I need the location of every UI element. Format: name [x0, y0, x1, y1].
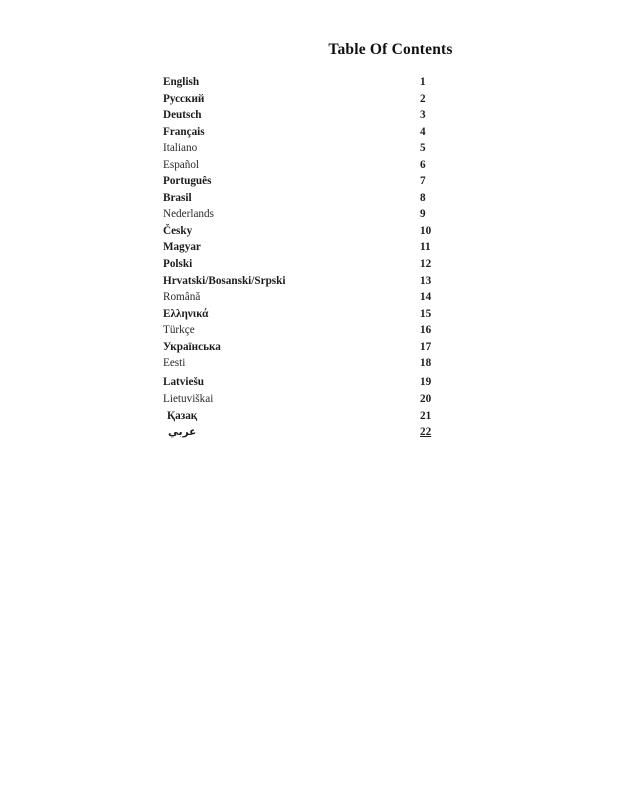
toc-entry[interactable]: Русский 2: [163, 91, 463, 108]
toc-entry[interactable]: عربي 22: [163, 424, 463, 441]
toc-entry[interactable]: Українська 17: [163, 339, 463, 356]
toc-entry[interactable]: Deutsch 3: [163, 107, 463, 124]
toc-entry[interactable]: Ελληνικά 15: [163, 306, 463, 323]
toc-entry[interactable]: Français 4: [163, 124, 463, 141]
toc-entry-page-number: 4: [420, 125, 426, 138]
toc-entry-page-number: 16: [420, 324, 432, 337]
toc-entry[interactable]: Latviešu 19: [163, 374, 463, 391]
toc-entry-label: Қазақ: [167, 409, 198, 422]
toc-entry[interactable]: Türkçe 16: [163, 322, 463, 339]
toc-entry-label: Česky: [163, 224, 193, 237]
toc-entry-label: Español: [163, 158, 200, 171]
toc-entry-label: Eesti: [163, 357, 186, 370]
toc-entry-page-number: 19: [420, 376, 432, 389]
toc-entry[interactable]: Italiano 5: [163, 140, 463, 157]
toc-entry-label: Brasil: [163, 191, 192, 204]
toc-entry-page-number: 1: [420, 76, 426, 88]
toc-entry-label: Italiano: [163, 142, 198, 155]
toc-entry-label: Latviešu: [163, 376, 205, 389]
toc-entry-page-number: 22: [420, 426, 432, 439]
toc-entry-page-number: 14: [420, 291, 432, 304]
toc-entry-page-number: 18: [420, 357, 432, 370]
toc-entry-label: Magyar: [163, 241, 201, 254]
toc-entry[interactable]: Hrvatski/Bosanski/Srpski 13: [163, 273, 463, 290]
toc-entry[interactable]: Eesti 18: [163, 355, 463, 372]
toc-entry[interactable]: Português 7: [163, 173, 463, 190]
toc-entry-page-number: 5: [420, 142, 426, 155]
toc-entry[interactable]: English 1: [163, 74, 463, 91]
toc-entry-label: Lietuviškai: [163, 392, 214, 405]
toc-entry-page-number: 7: [420, 175, 426, 188]
toc-entry-page-number: 10: [420, 224, 432, 237]
toc-entry-label: Ελληνικά: [163, 307, 209, 320]
toc-entry-label: Português: [163, 175, 212, 188]
toc-entry[interactable]: Lietuviškai 20: [163, 391, 463, 408]
toc-entry-page-number: 17: [420, 340, 432, 353]
toc-entry-label: Français: [163, 125, 205, 138]
toc-entry-page-number: 12: [420, 258, 432, 271]
toc-entry-page-number: 6: [420, 158, 426, 171]
toc-entry-label: عربي: [168, 426, 197, 439]
toc-entry-label: Русский: [163, 92, 205, 105]
document-page: Table Of Contents English 1 Русский 2 Deutsc…: [0, 0, 618, 800]
toc-entry-page-number: 2: [420, 92, 426, 105]
toc-entry-label: Nederlands: [163, 208, 214, 221]
toc-entry-page-number: 11: [420, 241, 431, 254]
toc-entry-page-number: 20: [420, 392, 432, 405]
toc-entry[interactable]: Română 14: [163, 289, 463, 306]
toc-entry-label: Türkçe: [163, 324, 195, 337]
toc-entry-page-number: 21: [420, 409, 432, 422]
toc-entry-page-number: 3: [420, 109, 426, 122]
toc-entry-label: Română: [163, 291, 201, 304]
toc-entry-label: Deutsch: [163, 109, 202, 122]
toc-entry-label: Polski: [163, 258, 193, 271]
page-title: Table Of Contents: [328, 41, 453, 58]
table-of-contents: English 1 Русский 2 Deutsch 3 Français 4 Italian…: [163, 74, 463, 441]
toc-entry-label: Hrvatski/Bosanski/Srpski: [163, 274, 286, 287]
toc-entry[interactable]: Magyar 11: [163, 239, 463, 256]
toc-entry-label: Українська: [163, 340, 221, 353]
toc-entry-page-number: 8: [420, 191, 426, 204]
toc-entry-page-number: 15: [420, 307, 432, 320]
toc-entry-page-number: 9: [420, 208, 426, 221]
toc-entry[interactable]: Nederlands 9: [163, 206, 463, 223]
toc-entry[interactable]: Қазақ 21: [163, 408, 463, 425]
toc-entry[interactable]: Brasil 8: [163, 190, 463, 207]
toc-entry[interactable]: Česky 10: [163, 223, 463, 240]
toc-entry-label: English: [163, 76, 200, 88]
toc-entry[interactable]: Español 6: [163, 157, 463, 174]
toc-entry-page-number: 13: [420, 274, 432, 287]
toc-entry[interactable]: Polski 12: [163, 256, 463, 273]
